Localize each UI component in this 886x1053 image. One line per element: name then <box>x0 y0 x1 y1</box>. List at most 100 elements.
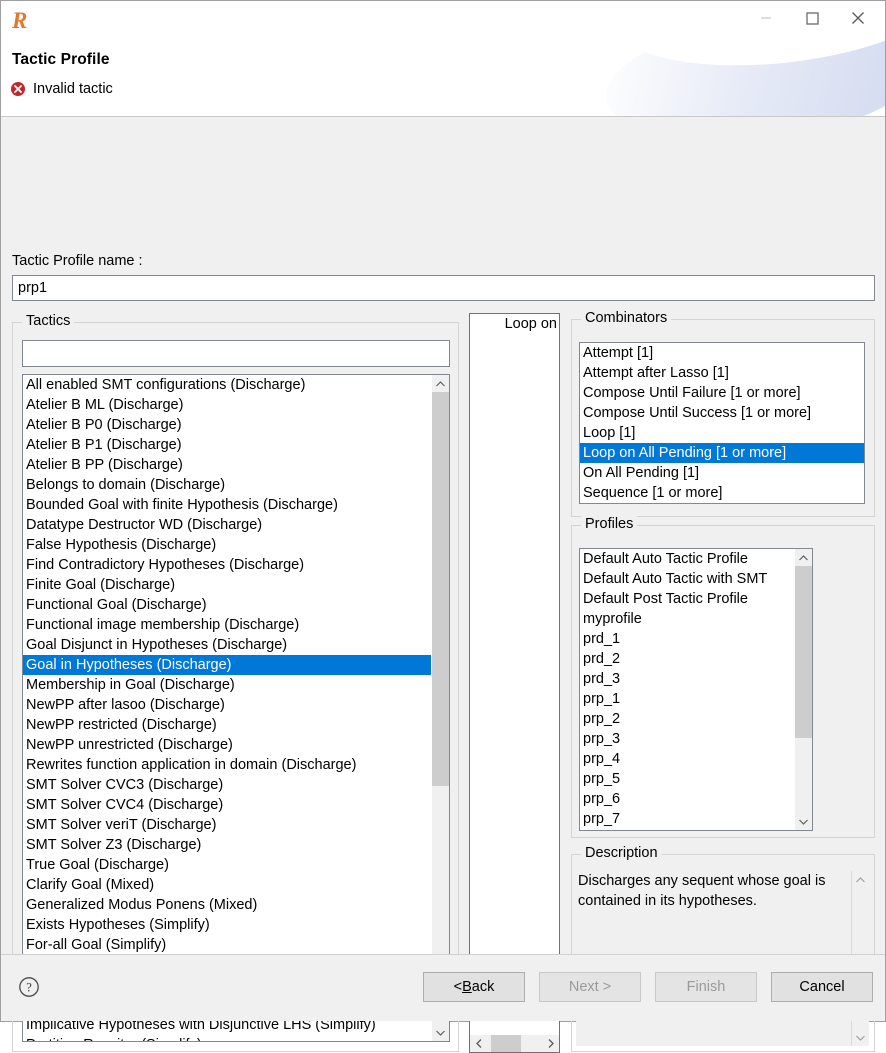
profile-name-label: Tactic Profile name : <box>12 253 143 269</box>
tactics-list-item[interactable]: Partition Rewriter (Simplify) <box>23 1035 431 1041</box>
tactics-list-item[interactable]: For-all Goal (Simplify) <box>23 935 431 955</box>
tree-row-container: Loop on <box>470 314 559 334</box>
tactics-list-item[interactable]: Atelier B P0 (Discharge) <box>23 415 431 435</box>
profiles-list-item[interactable]: prp_7 <box>580 809 794 829</box>
finish-button[interactable]: Finish <box>655 972 757 1002</box>
profile-name-input[interactable] <box>12 275 875 301</box>
profiles-group: Profiles Default Auto Tactic Profile Defa… <box>571 516 875 838</box>
profiles-list-item[interactable]: myprofile <box>580 609 794 629</box>
profiles-list-item[interactable]: prd_3 <box>580 669 794 689</box>
tactics-list-item[interactable]: All enabled SMT configurations (Discharg… <box>23 375 431 395</box>
combinators-list-item[interactable]: Compose Until Success [1 or more] <box>580 403 864 423</box>
tactics-list-item[interactable]: Bounded Goal with finite Hypothesis (Dis… <box>23 495 431 515</box>
tactics-list-item[interactable]: Goal Disjunct in Hypotheses (Discharge) <box>23 635 431 655</box>
scroll-up-icon[interactable] <box>432 375 449 392</box>
back-button-prefix: < <box>453 979 463 995</box>
profiles-list-item[interactable]: prd_2 <box>580 649 794 669</box>
profiles-list-item[interactable]: Default Auto Tactic with SMT <box>580 569 794 589</box>
next-button[interactable]: Next > <box>539 972 641 1002</box>
profiles-list-item[interactable]: prp_5 <box>580 769 794 789</box>
profiles-item-container: Default Auto Tactic Profile Default Auto … <box>580 549 794 830</box>
window-controls <box>743 1 881 35</box>
profiles-list-item[interactable]: prp_1 <box>580 689 794 709</box>
tactics-list-item[interactable]: Finite Goal (Discharge) <box>23 575 431 595</box>
tactics-list-item[interactable]: NewPP after lasoo (Discharge) <box>23 695 431 715</box>
combinators-list-item[interactable]: On All Pending [1] <box>580 463 864 483</box>
scroll-up-icon[interactable] <box>852 871 869 888</box>
rodin-r-logo-icon: R <box>12 8 27 33</box>
tactics-list-item[interactable]: Atelier B PP (Discharge) <box>23 455 431 475</box>
profiles-list-item[interactable]: prp_2 <box>580 709 794 729</box>
tactics-list-item[interactable]: Functional Goal (Discharge) <box>23 595 431 615</box>
dialog-body: Tactic Profile name : Tactics All enable… <box>1 117 885 1053</box>
close-icon[interactable] <box>835 3 881 33</box>
tree-node[interactable]: Loop on <box>470 314 559 334</box>
profiles-list-item[interactable]: Default Auto Tactic Profile <box>580 549 794 569</box>
tactics-listbox[interactable]: All enabled SMT configurations (Discharg… <box>22 374 450 1042</box>
scrollbar-thumb-horizontal[interactable] <box>491 1035 521 1052</box>
scroll-up-icon[interactable] <box>795 549 812 566</box>
profiles-legend: Profiles <box>581 516 638 532</box>
tactics-list-item[interactable]: Generalized Modus Ponens (Mixed) <box>23 895 431 915</box>
status-text: Invalid tactic <box>33 81 113 97</box>
back-button[interactable]: < Back <box>423 972 525 1002</box>
tactics-filter-input[interactable] <box>22 340 450 367</box>
scroll-down-icon[interactable] <box>432 1024 449 1041</box>
tactics-list-item[interactable]: Clarify Goal (Mixed) <box>23 875 431 895</box>
tactics-list-item[interactable]: Exists Hypotheses (Simplify) <box>23 915 431 935</box>
combinators-listbox[interactable]: Attempt [1] Attempt after Lasso [1] Compos… <box>579 342 865 504</box>
profiles-listbox[interactable]: Default Auto Tactic Profile Default Auto … <box>579 548 813 831</box>
finish-button-label: Finish <box>686 979 726 995</box>
tactics-list-item[interactable]: NewPP unrestricted (Discharge) <box>23 735 431 755</box>
tactics-list-item[interactable]: NewPP restricted (Discharge) <box>23 715 431 735</box>
tactics-list-item[interactable]: Datatype Destructor WD (Discharge) <box>23 515 431 535</box>
scroll-down-icon[interactable] <box>852 1029 869 1046</box>
combinators-list-item[interactable]: Compose Until Failure [1 or more] <box>580 383 864 403</box>
tactics-list-item[interactable]: Membership in Goal (Discharge) <box>23 675 431 695</box>
tactics-list-item[interactable]: Atelier B P1 (Discharge) <box>23 435 431 455</box>
combinators-list-item[interactable]: Sequence [1 or more] <box>580 483 864 503</box>
tactics-item-container: All enabled SMT configurations (Discharg… <box>23 375 431 1041</box>
tactic-tree-panel[interactable]: Loop on <box>469 313 560 1053</box>
tactics-list-item[interactable]: Functional image membership (Discharge) <box>23 615 431 635</box>
help-question-icon[interactable]: ? <box>18 976 40 998</box>
combinators-legend: Combinators <box>581 310 672 326</box>
tactics-list-item[interactable]: Atelier B ML (Discharge) <box>23 395 431 415</box>
maximize-icon[interactable] <box>789 3 835 33</box>
tactics-list-item[interactable]: Belongs to domain (Discharge) <box>23 475 431 495</box>
footer-button-row: < Back Next > Finish Cancel <box>423 972 873 1002</box>
combinators-item-container: Attempt [1] Attempt after Lasso [1] Compos… <box>580 343 864 503</box>
combinators-list-item[interactable]: Attempt after Lasso [1] <box>580 363 864 383</box>
tactics-list-item[interactable]: False Hypothesis (Discharge) <box>23 535 431 555</box>
profiles-vertical-scrollbar[interactable] <box>794 549 812 830</box>
profiles-list-item[interactable]: prd_1 <box>580 629 794 649</box>
minimize-icon[interactable] <box>743 3 789 33</box>
cancel-button[interactable]: Cancel <box>771 972 873 1002</box>
tactics-list-item[interactable]: Goal in Hypotheses (Discharge) <box>23 655 431 675</box>
scroll-left-icon[interactable] <box>470 1035 487 1052</box>
tactics-list-item[interactable]: Rewrites function application in domain … <box>23 755 431 775</box>
profiles-list-item[interactable]: prp_6 <box>580 789 794 809</box>
tactics-vertical-scrollbar[interactable] <box>431 375 449 1041</box>
combinators-list-item[interactable]: Loop [1] <box>580 423 864 443</box>
profiles-list-item[interactable]: prp_4 <box>580 749 794 769</box>
combinators-list-item[interactable]: Attempt [1] <box>580 343 864 363</box>
tactics-list-item[interactable]: SMT Solver veriT (Discharge) <box>23 815 431 835</box>
tree-horizontal-scrollbar[interactable] <box>470 1034 559 1052</box>
profiles-list-item[interactable]: Default Post Tactic Profile <box>580 589 794 609</box>
tactics-list-item[interactable]: Find Contradictory Hypotheses (Discharge… <box>23 555 431 575</box>
back-button-mnemonic: B <box>462 979 472 995</box>
back-button-suffix: ack <box>471 979 495 995</box>
next-button-label: Next > <box>568 979 612 995</box>
scroll-down-icon[interactable] <box>795 813 812 830</box>
tactics-list-item[interactable]: SMT Solver CVC3 (Discharge) <box>23 775 431 795</box>
tactics-list-item[interactable]: SMT Solver Z3 (Discharge) <box>23 835 431 855</box>
status-message: Invalid tactic <box>10 81 113 97</box>
scrollbar-thumb[interactable] <box>795 566 812 738</box>
tactics-list-item[interactable]: True Goal (Discharge) <box>23 855 431 875</box>
scrollbar-thumb[interactable] <box>432 392 449 786</box>
combinators-list-item[interactable]: Loop on All Pending [1 or more] <box>580 443 864 463</box>
profiles-list-item[interactable]: prp_3 <box>580 729 794 749</box>
tactics-list-item[interactable]: SMT Solver CVC4 (Discharge) <box>23 795 431 815</box>
scroll-right-icon[interactable] <box>542 1035 559 1052</box>
